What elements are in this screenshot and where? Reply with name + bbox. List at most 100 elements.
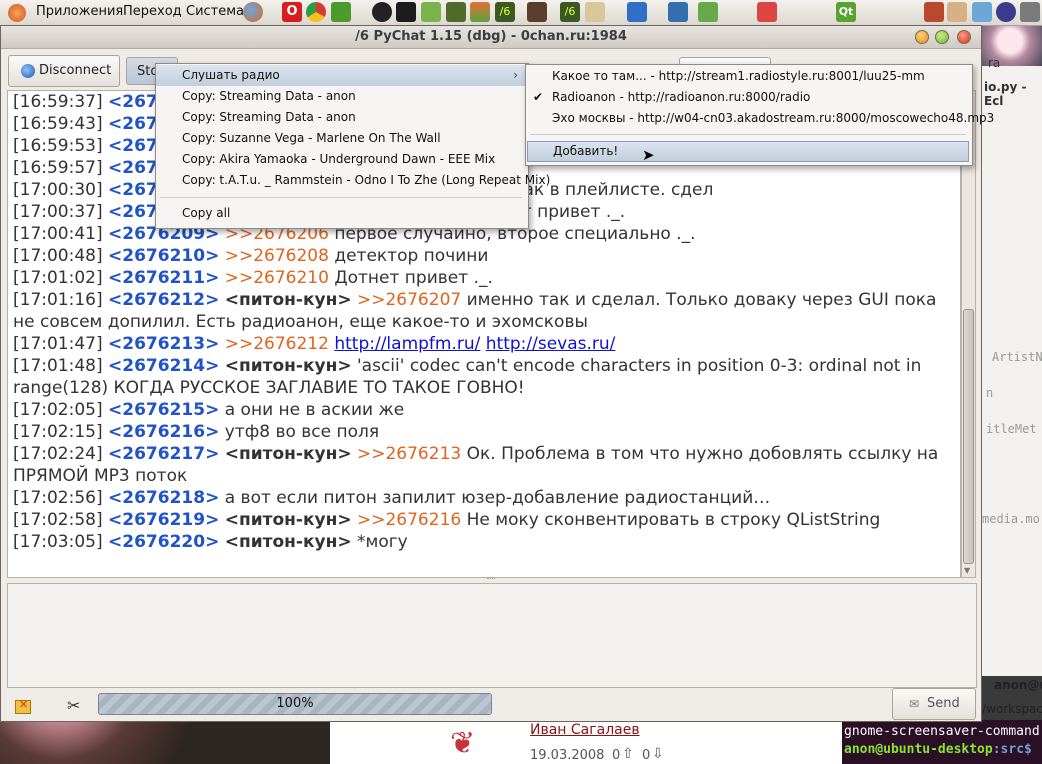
message-id[interactable]: <2676213>	[108, 334, 219, 354]
message-timestamp: [17:00:37]	[13, 202, 103, 222]
chrome-icon[interactable]	[306, 2, 326, 22]
message-id[interactable]: <2676210>	[108, 246, 219, 266]
menu-separator	[530, 134, 966, 135]
message-id[interactable]: <2676218>	[108, 488, 219, 508]
message-id[interactable]: <2676212>	[108, 290, 219, 310]
scroll-down-icon[interactable]: ▼	[964, 566, 970, 575]
message-id[interactable]: <2676211>	[108, 268, 219, 288]
message-reply-ref[interactable]: >>2676207	[357, 290, 461, 310]
window-title: /6 PyChat 1.15 (dbg) - 0chan.ru:1984	[355, 29, 627, 44]
vote-up-count: 0	[612, 748, 621, 763]
radio-station-item[interactable]: Какое то там... - http://stream1.radiost…	[526, 66, 970, 87]
download-icon[interactable]	[331, 2, 351, 22]
radio-station-item[interactable]: Эхо москвы - http://w04-cn03.akadostream…	[526, 108, 994, 129]
menu-item-copy[interactable]: Copy: Streaming Data - anon	[156, 86, 526, 107]
qt-icon[interactable]: Qt	[836, 2, 856, 22]
titlebar[interactable]: /6 PyChat 1.15 (dbg) - 0chan.ru:1984	[1, 26, 981, 49]
message-reply-ref[interactable]: >>2676213	[357, 444, 461, 464]
menu-applications[interactable]: Приложения	[36, 4, 123, 19]
chat-message: [17:02:58] <2676219> <питон-кун> >>26762…	[13, 509, 960, 531]
message-timestamp: [17:00:30]	[13, 180, 103, 200]
app-icon[interactable]	[996, 2, 1016, 22]
app-icon[interactable]	[924, 2, 944, 22]
menu-item-copy[interactable]: Copy: Akira Yamaoka - Underground Dawn -…	[156, 149, 526, 170]
add-station-item[interactable]: Добавить!	[527, 141, 969, 162]
menu-item-copy-all[interactable]: Copy all	[156, 203, 526, 224]
message-text: детектор почини	[334, 246, 489, 266]
ubuntu-logo-icon[interactable]	[8, 4, 26, 22]
app-icon[interactable]	[698, 2, 718, 22]
message-link[interactable]: http://sevas.ru/	[486, 334, 616, 354]
menu-item-copy[interactable]: Copy: Suzanne Vega - Marlene On The Wall	[156, 128, 526, 149]
app-icon[interactable]	[446, 2, 466, 22]
app-icon[interactable]	[585, 2, 605, 22]
message-id[interactable]: <2676214>	[108, 356, 219, 376]
app-icon[interactable]: /6	[560, 2, 580, 22]
message-nick: <питон-кун>	[224, 290, 352, 310]
minimize-button[interactable]	[915, 30, 929, 44]
top-panel: Приложения Переход Система O /6 /6 Qt	[0, 0, 1042, 26]
message-reply-ref[interactable]: >>2676210	[225, 268, 329, 288]
chat-message: [17:01:48] <2676214> <питон-кун> 'ascii'…	[13, 355, 960, 399]
menu-system[interactable]: Система	[186, 4, 244, 19]
message-reply-ref[interactable]: >>2676216	[357, 510, 461, 530]
app-icon[interactable]: /6	[495, 2, 515, 22]
globe-icon	[21, 64, 35, 78]
app-icon[interactable]	[757, 2, 777, 22]
chat-message: [17:03:05] <2676220> <питон-кун> *могу	[13, 531, 960, 553]
menu-item-copy[interactable]: Copy: t.A.T.u. _ Rammstein - Odno I To Z…	[156, 170, 550, 191]
message-nick: <питон-кун>	[224, 532, 352, 552]
radio-station-item[interactable]: ✔ Radioanon - http://radioanon.ru:8000/r…	[526, 87, 970, 108]
menu-item-copy[interactable]: Copy: Streaming Data - anon	[156, 107, 526, 128]
message-timestamp: [17:02:24]	[13, 444, 103, 464]
message-timestamp: [17:02:56]	[13, 488, 103, 508]
mouse-cursor-icon: ➤	[642, 146, 655, 164]
send-button[interactable]: ✉ Send	[892, 688, 976, 720]
disconnect-label: Disconnect	[39, 63, 112, 78]
terminal-path: :src$	[992, 742, 1032, 757]
menu-places[interactable]: Переход	[123, 4, 182, 19]
app-icon[interactable]	[947, 2, 967, 22]
message-id[interactable]: <2676219>	[108, 510, 219, 530]
message-id[interactable]: <2676220>	[108, 532, 219, 552]
menu-item-listen-radio[interactable]: Слушать радио ›	[156, 65, 526, 86]
message-link[interactable]: http://lampfm.ru/	[334, 334, 480, 354]
opera-icon[interactable]: O	[282, 2, 302, 22]
terminal-icon[interactable]	[396, 2, 416, 22]
chat-message: [17:02:15] <2676216> утф8 во все поля	[13, 421, 960, 443]
app-icon[interactable]	[372, 2, 392, 22]
message-id[interactable]: <2676215>	[108, 400, 219, 420]
firefox-icon[interactable]	[243, 2, 263, 22]
message-timestamp: [17:01:16]	[13, 290, 103, 310]
scrollbar-thumb[interactable]	[963, 309, 974, 564]
bg-label: ArtistN	[992, 350, 1042, 364]
app-icon[interactable]	[972, 2, 992, 22]
chat-message: [17:00:48] <2676210> >>2676208 детектор …	[13, 245, 960, 267]
message-timestamp: [17:03:05]	[13, 532, 103, 552]
message-input[interactable]	[7, 583, 977, 688]
vote-up-icon[interactable]: ⇧	[622, 746, 634, 762]
message-id[interactable]: <2676216>	[108, 422, 219, 442]
close-button[interactable]	[957, 30, 971, 44]
terminal-line: gnome-screensaver-command	[844, 724, 1040, 739]
post-date: 19.03.2008	[530, 748, 605, 763]
vote-down-icon[interactable]: ⇩	[652, 746, 664, 762]
app-icon[interactable]	[470, 2, 490, 22]
settings-tools-icon[interactable]: ✂	[67, 696, 80, 715]
message-id[interactable]: <2676217>	[108, 444, 219, 464]
submenu-arrow-icon: ›	[513, 68, 518, 82]
app-icon[interactable]	[627, 2, 647, 22]
app-icon[interactable]	[1020, 2, 1040, 22]
author-link[interactable]: Иван Сагалаев	[530, 722, 640, 738]
maximize-button[interactable]	[935, 30, 949, 44]
app-icon[interactable]	[668, 2, 688, 22]
message-reply-ref[interactable]: >>2676208	[225, 246, 329, 266]
chat-context-menu: Слушать радио › Copy: Streaming Data - a…	[155, 63, 550, 229]
message-timestamp: [16:59:57]	[13, 158, 103, 178]
disconnect-button[interactable]: Disconnect	[8, 55, 120, 87]
envelope-icon: ✉	[909, 697, 920, 711]
message-reply-ref[interactable]: >>2676212	[225, 334, 329, 354]
app-icon[interactable]	[527, 2, 547, 22]
notifications-off-icon[interactable]: ✕	[15, 698, 31, 714]
app-icon[interactable]	[421, 2, 441, 22]
